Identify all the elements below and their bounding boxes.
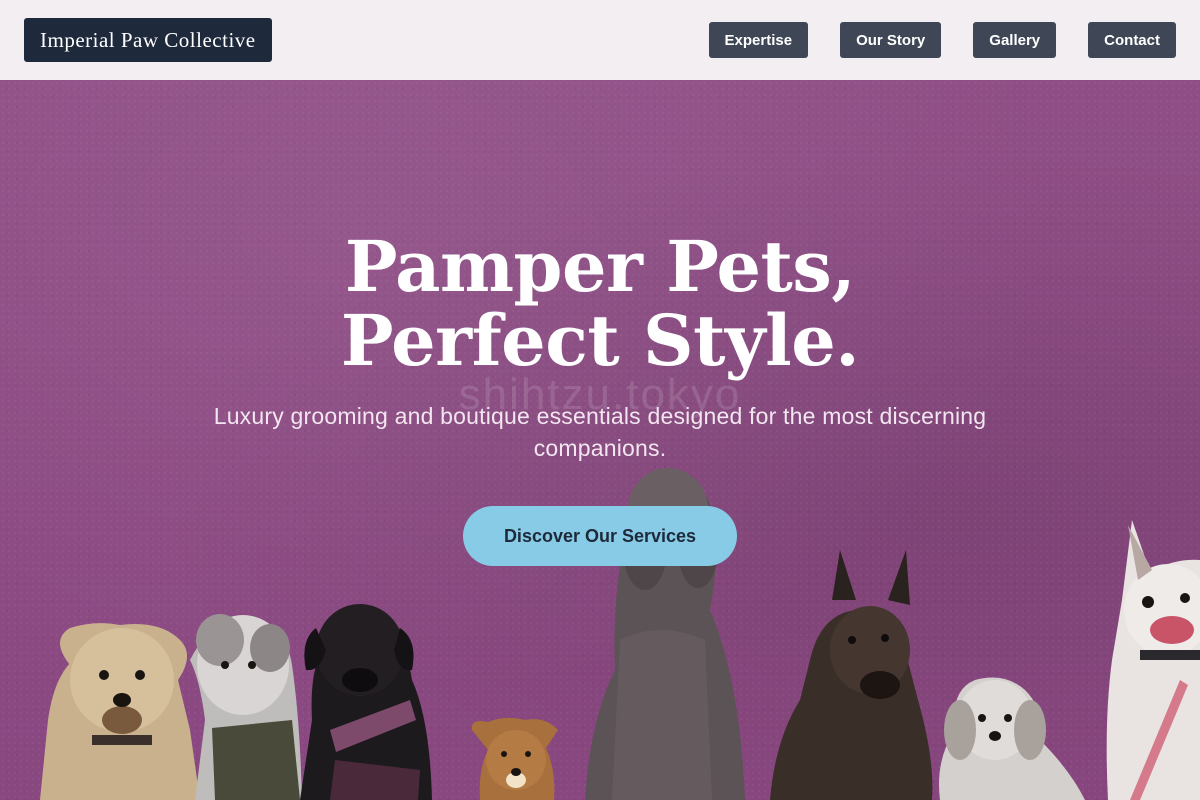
main-nav: Expertise Our Story Gallery Contact (677, 22, 1176, 58)
hero-title: Pamper Pets, Perfect Style. (340, 225, 860, 382)
dog-white-shihtzu (939, 677, 1085, 800)
dog-small-brown (471, 717, 558, 800)
hero-content: Pamper Pets, Perfect Style. Luxury groom… (0, 230, 1200, 566)
dog-brindle (770, 550, 933, 800)
nav-our-story-button[interactable]: Our Story (840, 22, 942, 58)
nav-expertise-button[interactable]: Expertise (708, 22, 809, 58)
dog-black-lab (300, 604, 432, 800)
brand-logo[interactable]: Imperial Paw Collective (24, 18, 272, 62)
discover-services-button[interactable]: Discover Our Services (463, 506, 737, 566)
nav-contact-button[interactable]: Contact (1088, 22, 1176, 58)
dog-grey-curly (190, 614, 302, 800)
hero-subtitle: Luxury grooming and boutique essentials … (213, 403, 987, 461)
site-header: Imperial Paw Collective Expertise Our St… (0, 0, 1200, 80)
dog-tan-shaggy (40, 623, 200, 800)
hero-section: shihtzu.tokyo Pamper Pets, Perfect Style… (0, 80, 1200, 800)
nav-gallery-button[interactable]: Gallery (973, 22, 1057, 58)
